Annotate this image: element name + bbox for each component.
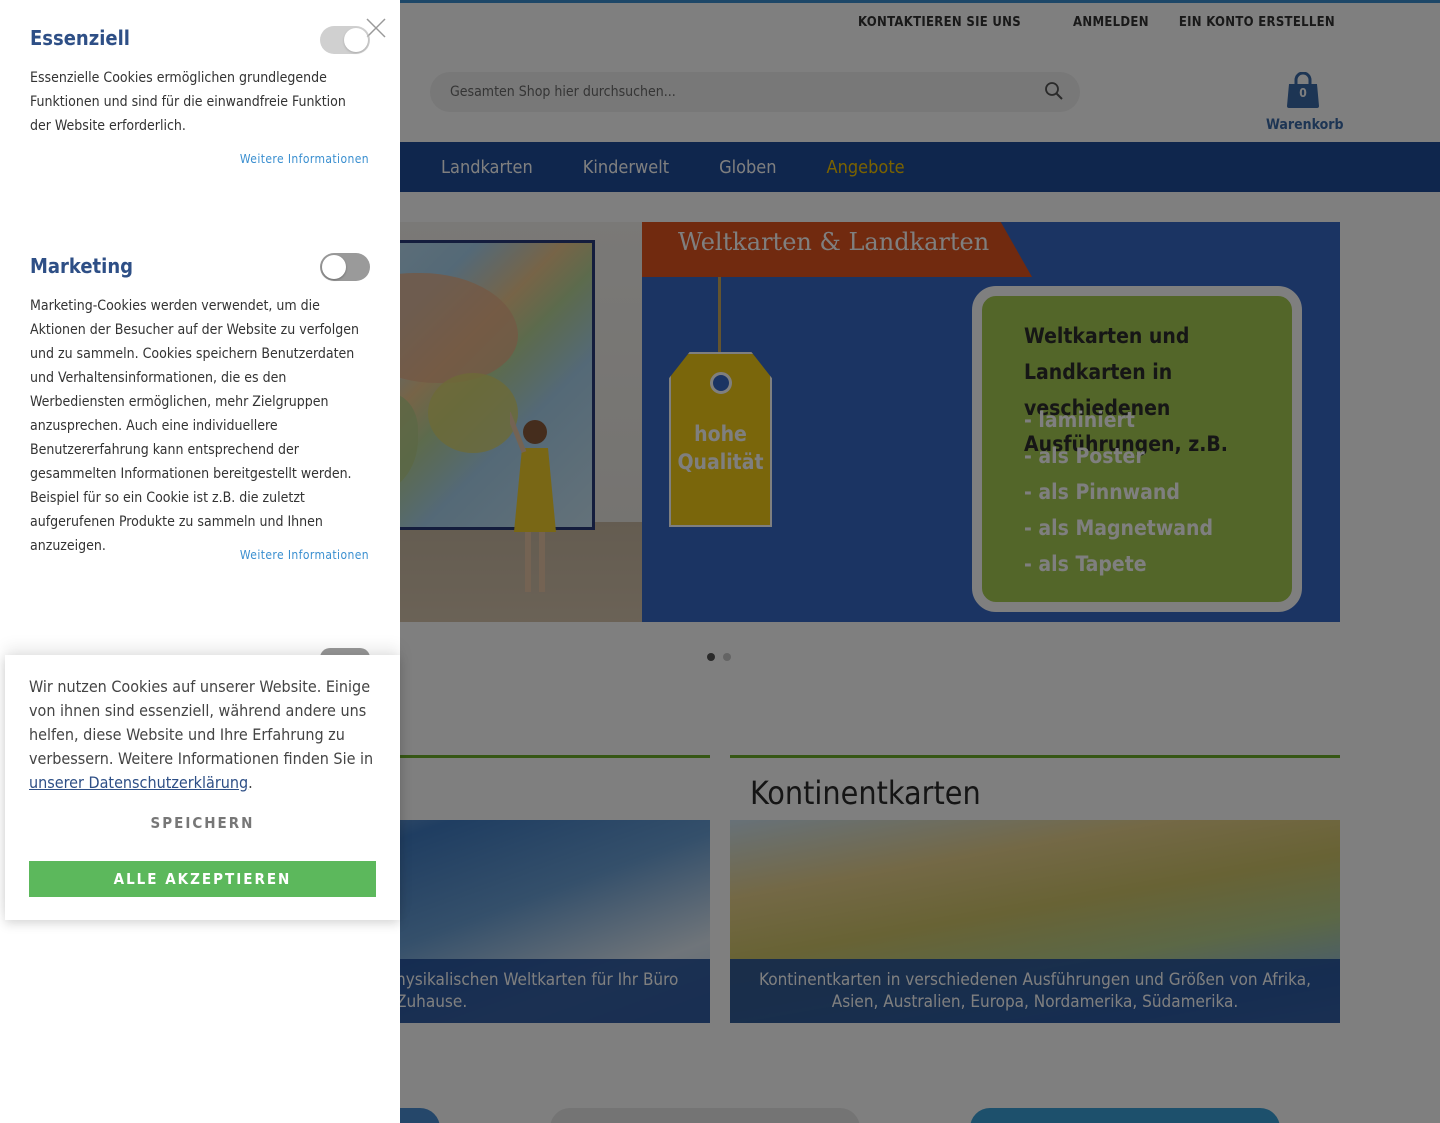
essential-toggle <box>320 26 370 54</box>
marketing-toggle[interactable] <box>320 253 370 281</box>
save-button[interactable]: SPEICHERN <box>29 814 376 832</box>
marketing-title: Marketing <box>30 254 134 278</box>
cookie-message: Wir nutzen Cookies auf unserer Website. … <box>29 677 374 792</box>
marketing-more-info-link[interactable]: Weitere Informationen <box>240 548 369 562</box>
marketing-description: Marketing-Cookies werden verwendet, um d… <box>30 298 359 554</box>
privacy-policy-link[interactable]: unserer Datenschutzerklärung <box>29 773 248 792</box>
essential-title: Essenziell <box>30 26 130 50</box>
essential-description: Essenzielle Cookies ermöglichen grundleg… <box>30 70 346 134</box>
essential-more-info-link[interactable]: Weitere Informationen <box>240 152 369 166</box>
accept-all-button[interactable]: ALLE AKZEPTIEREN <box>29 861 376 897</box>
cookie-banner: Wir nutzen Cookies auf unserer Website. … <box>5 655 400 920</box>
cookie-settings-panel: Essenziell Essenzielle Cookies ermöglich… <box>0 0 400 1123</box>
